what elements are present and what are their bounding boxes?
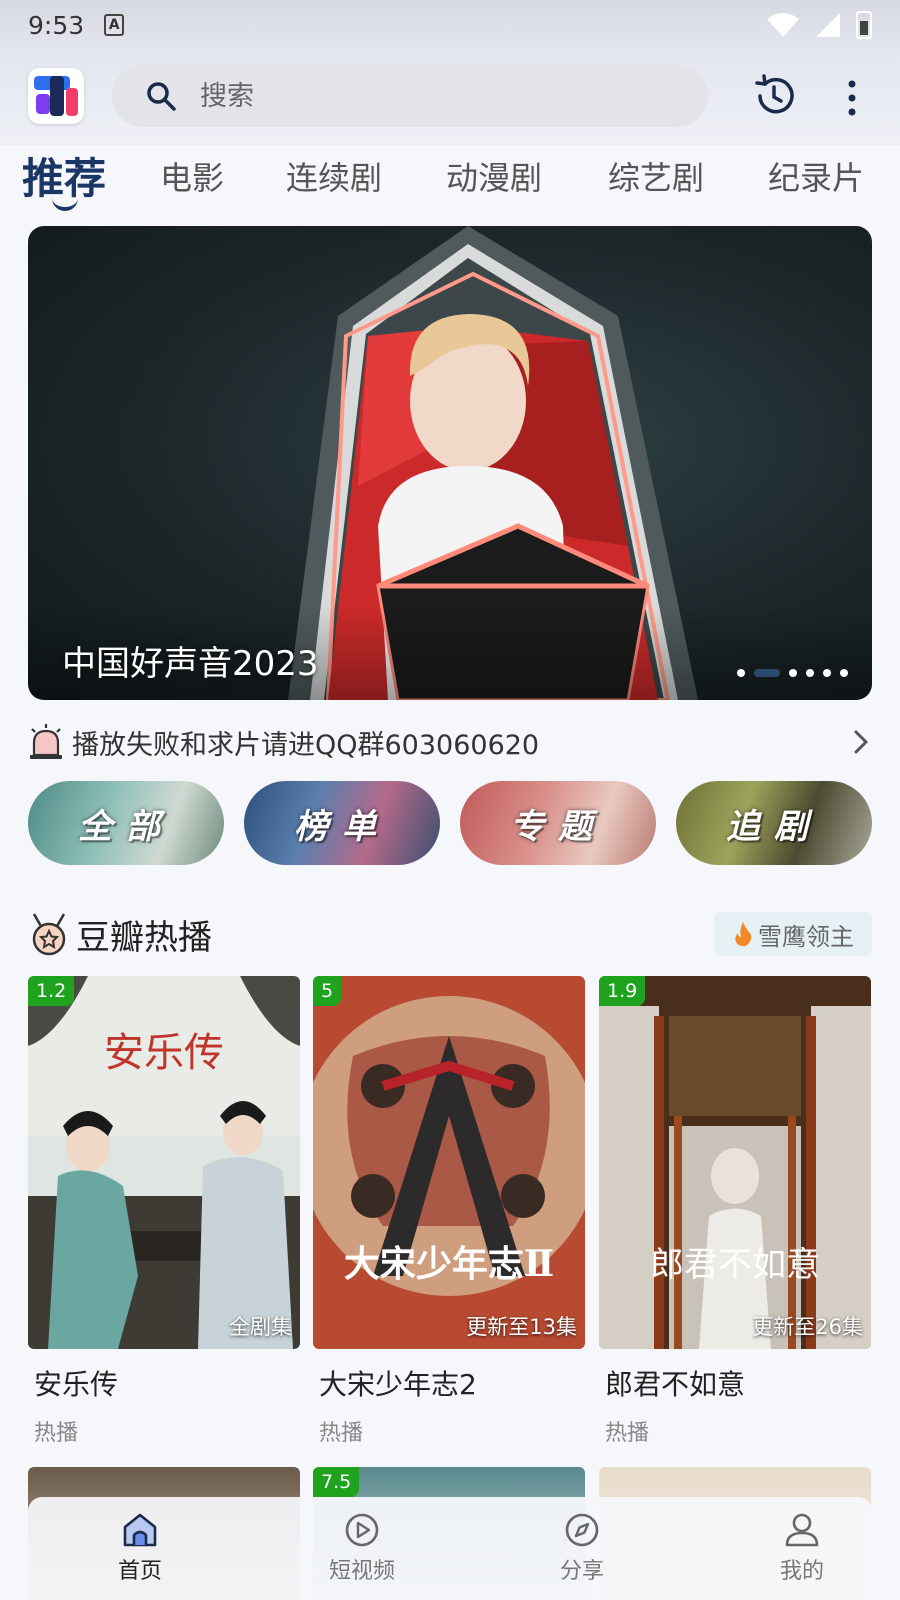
notice-text: 播放失败和求片请进QQ群603060620	[72, 729, 540, 761]
tab-anime[interactable]: 动漫剧	[446, 153, 542, 199]
nav-share[interactable]: 分享	[522, 1511, 642, 1585]
poster-image: 大宋少年志Ⅱ 5 更新至13集	[313, 976, 585, 1349]
media-status: 热播	[605, 1421, 650, 1446]
tab-movies[interactable]: 电影	[160, 153, 224, 199]
nav-home[interactable]: 首页	[80, 1511, 200, 1585]
category-topic-label: 专题	[510, 806, 606, 847]
score-badge: 5	[313, 976, 342, 1006]
home-icon	[123, 1513, 157, 1547]
banner-pagination	[737, 669, 848, 677]
nav-short-video[interactable]: 短视频	[302, 1511, 422, 1585]
tab-variety[interactable]: 综艺剧	[608, 153, 704, 199]
notice-bar[interactable]: 播放失败和求片请进QQ群603060620	[28, 718, 872, 766]
logo-icon	[34, 76, 78, 116]
trending-tag-label: 雪鹰领主	[758, 922, 854, 951]
poster-title-art: 安乐传	[104, 1030, 224, 1076]
media-title: 大宋少年志2	[319, 1368, 477, 1401]
media-card[interactable]: 郎君不如意 1.9 更新至26集 郎君不如意 热播	[599, 976, 871, 1447]
battery-icon	[856, 11, 872, 39]
chevron-right-icon	[854, 730, 869, 754]
score-badge: 1.2	[28, 976, 75, 1006]
media-card[interactable]: 安乐传 1.2 全剧集 安乐传 热播	[28, 976, 300, 1447]
play-icon	[345, 1513, 379, 1547]
tab-series[interactable]: 连续剧	[286, 153, 382, 199]
search-bar[interactable]	[112, 65, 708, 127]
category-shortcuts: 全部 榜单 专题 追剧	[28, 781, 872, 865]
tab-documentary[interactable]: 纪录片	[768, 153, 864, 199]
banner-dot	[823, 669, 831, 677]
banner-image	[28, 226, 872, 700]
hero-banner[interactable]: 中国好声音2023	[28, 226, 872, 700]
status-bar: 9:53 A	[0, 0, 900, 50]
media-title: 安乐传	[34, 1368, 119, 1401]
category-ranking-label: 榜单	[294, 806, 390, 847]
nav-share-label: 分享	[559, 1559, 604, 1584]
poster-art: 大宋少年志Ⅱ	[313, 976, 585, 1349]
fire-icon	[735, 922, 752, 947]
banner-dot	[789, 669, 797, 677]
section-title: 豆瓣热播	[76, 917, 212, 958]
banner-dot	[840, 669, 848, 677]
media-title: 郎君不如意	[605, 1368, 746, 1401]
compass-icon	[565, 1513, 599, 1547]
nav-profile[interactable]: 我的	[742, 1511, 862, 1585]
medal-icon	[32, 913, 66, 956]
category-ranking-button[interactable]: 榜单	[244, 781, 440, 865]
media-status: 热播	[34, 1421, 79, 1446]
category-tabs: 推荐 电影 连续剧 动漫剧 综艺剧 纪录片	[0, 145, 900, 211]
media-status: 热播	[319, 1421, 364, 1446]
episode-info: 更新至13集	[466, 1315, 577, 1339]
wifi-icon	[767, 13, 799, 37]
section-header: 豆瓣热播 雪鹰领主	[28, 910, 872, 958]
nav-home-label: 首页	[117, 1559, 162, 1584]
signal-icon	[816, 13, 840, 37]
poster-art: 郎君不如意	[599, 976, 871, 1349]
episode-info: 全剧集	[229, 1315, 292, 1339]
nav-short-video-label: 短视频	[328, 1559, 395, 1584]
score-badge: 1.9	[599, 976, 646, 1006]
category-all-label: 全部	[78, 806, 174, 847]
category-follow-button[interactable]: 追剧	[676, 781, 872, 865]
user-icon	[785, 1513, 819, 1547]
bottom-navigation: 首页 短视频 分享 我的	[28, 1497, 872, 1600]
media-card[interactable]: 大宋少年志Ⅱ 5 更新至13集 大宋少年志2 热播	[313, 976, 585, 1447]
banner-dot	[806, 669, 814, 677]
trending-tag[interactable]: 雪鹰领主	[714, 912, 872, 956]
top-bar	[0, 50, 900, 145]
tab-recommend[interactable]: 推荐	[22, 145, 106, 211]
nav-profile-label: 我的	[779, 1559, 824, 1584]
category-all-button[interactable]: 全部	[28, 781, 224, 865]
banner-dot	[737, 669, 745, 677]
category-follow-label: 追剧	[726, 806, 822, 847]
category-topic-button[interactable]: 专题	[460, 781, 656, 865]
history-icon[interactable]	[752, 74, 796, 118]
alarm-icon	[30, 724, 62, 759]
poster-image: 郎君不如意 1.9 更新至26集	[599, 976, 871, 1349]
score-badge: 7.5	[313, 1467, 360, 1497]
accessibility-icon: A	[104, 14, 125, 36]
poster-title-art: 郎君不如意	[650, 1245, 820, 1285]
more-options-icon[interactable]	[840, 76, 864, 120]
poster-art: 安乐传	[28, 976, 300, 1349]
banner-title: 中国好声音2023	[62, 644, 319, 684]
app-logo[interactable]	[28, 68, 84, 124]
poster-title-art: 大宋少年志Ⅱ	[344, 1243, 554, 1285]
status-time: 9:53	[28, 10, 85, 40]
episode-info: 更新至26集	[752, 1315, 863, 1339]
search-icon	[147, 82, 176, 111]
banner-dot-active	[754, 669, 780, 677]
poster-image: 安乐传 1.2 全剧集	[28, 976, 300, 1349]
search-input[interactable]	[200, 80, 600, 112]
